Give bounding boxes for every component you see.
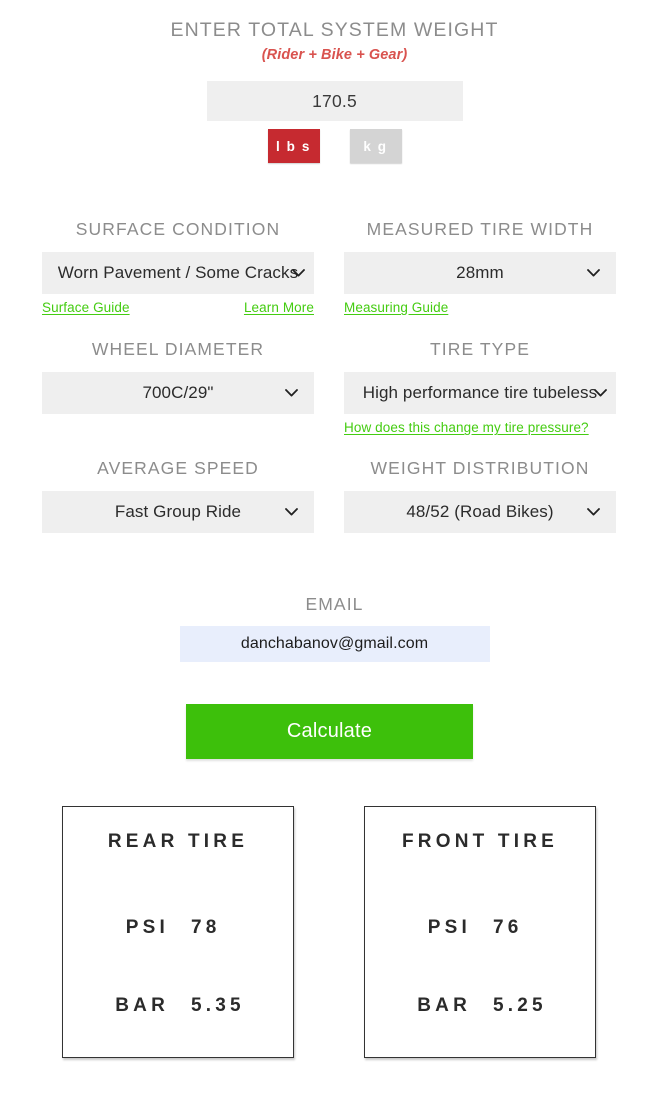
row-divider (42, 316, 616, 338)
front-tire-psi-label: PSI (427, 917, 471, 938)
tire-type-label: TIRE TYPE (429, 339, 530, 359)
learn-more-link[interactable]: Learn More (244, 300, 314, 316)
tire-type-select[interactable]: High performance tire tubeless (344, 372, 616, 414)
weight-heading: ENTER TOTAL SYSTEM WEIGHT (170, 19, 499, 41)
tire-width-links: Measuring Guide (344, 300, 616, 316)
surface-condition-select[interactable]: Worn Pavement / Some Cracks (42, 252, 314, 294)
fields-row-1: SURFACE CONDITION Worn Pavement / Some C… (42, 218, 616, 316)
tire-type-links: How does this change my tire pressure? (344, 420, 616, 436)
tire-width-value: 28mm (456, 263, 504, 282)
chevron-down-icon (587, 269, 600, 277)
average-speed-value: Fast Group Ride (114, 502, 242, 521)
surface-guide-link[interactable]: Surface Guide (42, 300, 130, 316)
tire-pressure-explainer-link[interactable]: How does this change my tire pressure? (344, 420, 589, 436)
front-tire-bar-label: BAR (417, 995, 471, 1016)
row-divider (42, 436, 616, 457)
wheel-diameter-select[interactable]: 700C/29" (42, 372, 314, 414)
front-tire-result-card: FRONT TIRE PSI 76 BAR 5.25 (364, 806, 596, 1058)
rear-tire-bar-row: BAR 5.35 (63, 995, 293, 1017)
fields-grid: SURFACE CONDITION Worn Pavement / Some C… (42, 218, 616, 533)
surface-condition-field: SURFACE CONDITION Worn Pavement / Some C… (42, 218, 314, 316)
chevron-down-icon (285, 508, 298, 516)
chevron-down-icon (285, 389, 298, 397)
weight-input[interactable]: 170.5 (206, 81, 463, 121)
front-tire-psi-value: 76 (493, 917, 523, 938)
tire-width-select[interactable]: 28mm (344, 252, 616, 294)
surface-condition-value: Worn Pavement / Some Cracks (57, 263, 299, 282)
unit-toggle-group: l b s k g (0, 129, 669, 163)
wheel-diameter-field: WHEEL DIAMETER 700C/29" (42, 338, 314, 436)
weight-distribution-value: 48/52 (Road Bikes) (406, 502, 554, 521)
tire-type-value: High performance tire tubeless (362, 383, 598, 402)
measuring-guide-link[interactable]: Measuring Guide (344, 300, 448, 316)
email-field[interactable]: danchabanov@gmail.com (179, 626, 490, 662)
calculate-button[interactable]: Calculate (186, 704, 473, 759)
surface-condition-links: Surface Guide Learn More (42, 300, 314, 316)
front-tire-bar-value: 5.25 (493, 995, 547, 1016)
email-label: EMAIL (305, 594, 364, 614)
email-section: EMAIL danchabanov@gmail.com (0, 593, 669, 662)
fields-row-3: AVERAGE SPEED Fast Group Ride WEIGHT DIS… (42, 457, 616, 533)
weight-distribution-field: WEIGHT DISTRIBUTION 48/52 (Road Bikes) (344, 457, 616, 533)
weight-distribution-label: WEIGHT DISTRIBUTION (370, 458, 590, 478)
results-section: REAR TIRE PSI 78 BAR 5.35 FRONT TIRE PSI… (62, 806, 596, 1058)
chevron-down-icon (587, 508, 600, 516)
surface-condition-label: SURFACE CONDITION (75, 219, 281, 239)
rear-tire-bar-label: BAR (115, 995, 169, 1016)
weight-subheading: (Rider + Bike + Gear) (261, 47, 408, 63)
unit-kg-button[interactable]: k g (349, 129, 402, 163)
average-speed-field: AVERAGE SPEED Fast Group Ride (42, 457, 314, 533)
rear-tire-bar-value: 5.35 (191, 995, 245, 1016)
average-speed-label: AVERAGE SPEED (97, 458, 259, 478)
tire-width-label: MEASURED TIRE WIDTH (366, 219, 594, 239)
rear-tire-result-card: REAR TIRE PSI 78 BAR 5.35 (62, 806, 294, 1058)
front-tire-title: FRONT TIRE (402, 831, 558, 852)
weight-distribution-select[interactable]: 48/52 (Road Bikes) (344, 491, 616, 533)
wheel-diameter-value: 700C/29" (142, 383, 214, 402)
rear-tire-psi-row: PSI 78 (63, 917, 293, 939)
tire-width-field: MEASURED TIRE WIDTH 28mm Measuring Guide (344, 218, 616, 316)
unit-lbs-button[interactable]: l b s (267, 129, 320, 163)
front-tire-bar-row: BAR 5.25 (365, 995, 595, 1017)
wheel-diameter-links-spacer (42, 420, 314, 436)
wheel-diameter-label: WHEEL DIAMETER (91, 339, 265, 359)
average-speed-select[interactable]: Fast Group Ride (42, 491, 314, 533)
weight-section: ENTER TOTAL SYSTEM WEIGHT (Rider + Bike … (0, 18, 669, 163)
rear-tire-title: REAR TIRE (107, 831, 249, 852)
rear-tire-psi-value: 78 (191, 917, 221, 938)
fields-row-2: WHEEL DIAMETER 700C/29" TIRE TYPE High p… (42, 338, 616, 436)
rear-tire-psi-label: PSI (125, 917, 169, 938)
front-tire-psi-row: PSI 76 (365, 917, 595, 939)
tire-type-field: TIRE TYPE High performance tire tubeless… (344, 338, 616, 436)
